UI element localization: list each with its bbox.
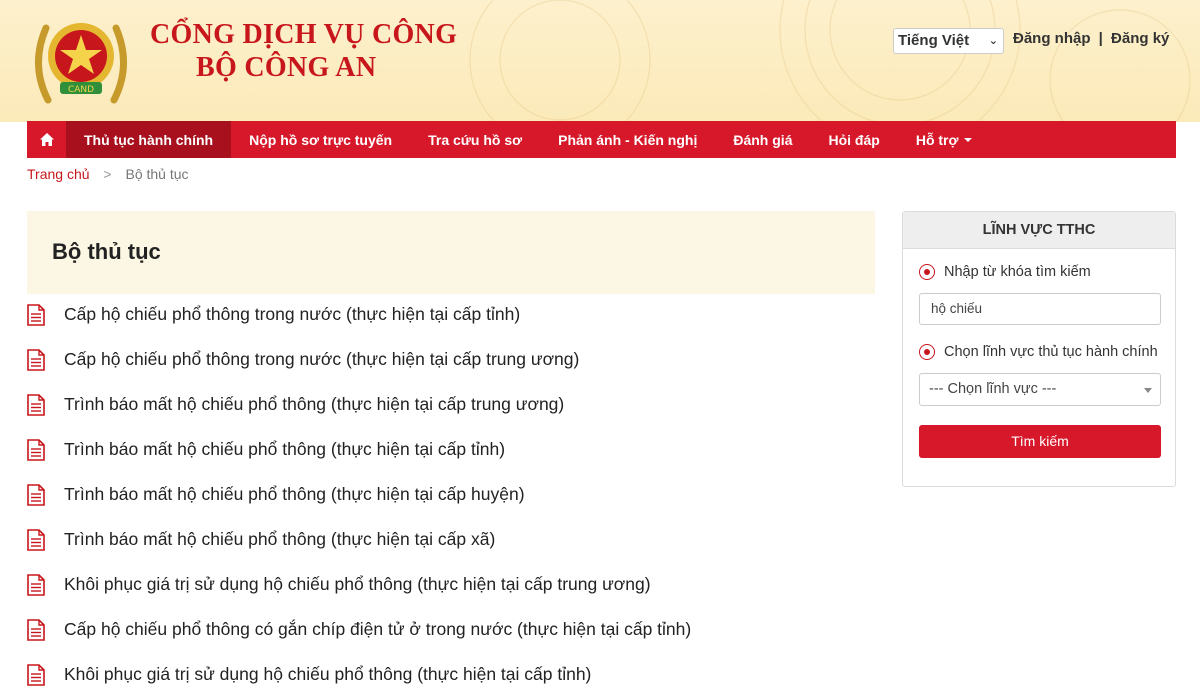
language-select[interactable]: Tiếng Việt ⌄ (893, 28, 1004, 54)
page-title-panel: Bộ thủ tục (27, 211, 875, 294)
document-icon (27, 393, 45, 416)
list-item[interactable]: Cấp hộ chiếu phổ thông trong nước (thực … (27, 292, 875, 337)
document-icon (27, 483, 45, 506)
field-filter-panel: LĨNH VỰC TTHC Nhập từ khóa tìm kiếm hộ c… (902, 211, 1176, 487)
filter-panel-heading: LĨNH VỰC TTHC (903, 212, 1175, 249)
procedure-link[interactable]: Khôi phục giá trị sử dụng hộ chiếu phổ t… (64, 664, 591, 685)
site-title-line2: BỘ CÔNG AN (196, 52, 377, 83)
document-icon (27, 618, 45, 641)
radio-field-row[interactable]: Chọn lĩnh vực thủ tục hành chính (919, 344, 1158, 360)
nav-label: Nộp hồ sơ trực tuyến (249, 131, 393, 148)
auth-divider: | (1098, 30, 1103, 47)
language-value: Tiếng Việt (898, 32, 970, 49)
caret-down-icon (964, 137, 973, 142)
list-item[interactable]: Cấp hộ chiếu phổ thông trong nước (thực … (27, 337, 875, 382)
list-item[interactable]: Khôi phục giá trị sử dụng hộ chiếu phổ t… (27, 562, 875, 607)
police-emblem-logo[interactable]: CAND (28, 10, 134, 110)
auth-links: Đăng nhập | Đăng ký (1013, 30, 1169, 47)
document-icon (27, 573, 45, 596)
site-title[interactable]: CỔNG DỊCH VỤ CÔNG BỘ CÔNG AN (150, 18, 457, 84)
list-item[interactable]: Khôi phục giá trị sử dụng hộ chiếu phổ t… (27, 652, 875, 697)
chevron-down-icon: ⌄ (988, 35, 998, 47)
nav-label: Hỏi đáp (828, 131, 880, 148)
home-icon (39, 133, 54, 146)
document-icon (27, 528, 45, 551)
site-header: CAND CỔNG DỊCH VỤ CÔNG BỘ CÔNG AN Tiếng … (0, 0, 1200, 122)
nav-label: Phản ánh - Kiến nghị (558, 131, 698, 148)
nav-item-danh-gia[interactable]: Đánh giá (715, 121, 810, 158)
nav-item-ho-tro[interactable]: Hỗ trợ (898, 121, 991, 158)
main-nav: Thủ tục hành chính Nộp hồ sơ trực tuyến … (27, 121, 1176, 158)
nav-item-nop-ho-so[interactable]: Nộp hồ sơ trực tuyến (231, 121, 410, 158)
nav-home[interactable] (27, 121, 66, 158)
list-item[interactable]: Trình báo mất hộ chiếu phổ thông (thực h… (27, 517, 875, 562)
procedure-link[interactable]: Cấp hộ chiếu phổ thông trong nước (thực … (64, 304, 520, 325)
svg-text:CAND: CAND (68, 85, 94, 95)
site-title-line1: CỔNG DỊCH VỤ CÔNG (150, 19, 458, 50)
nav-item-hoi-dap[interactable]: Hỏi đáp (810, 121, 897, 158)
procedure-link[interactable]: Cấp hộ chiếu phổ thông trong nước (thực … (64, 349, 579, 370)
breadcrumb-current: Bộ thủ tục (125, 166, 189, 182)
nav-label: Đánh giá (733, 131, 793, 148)
nav-label: Hỗ trợ (915, 131, 959, 148)
document-icon (27, 438, 45, 461)
procedure-list: Cấp hộ chiếu phổ thông trong nước (thực … (27, 292, 875, 697)
nav-item-tra-cuu[interactable]: Tra cứu hồ sơ (410, 121, 540, 158)
list-item[interactable]: Trình báo mất hộ chiếu phổ thông (thực h… (27, 382, 875, 427)
radio-keyword-row[interactable]: Nhập từ khóa tìm kiếm (919, 264, 1091, 280)
breadcrumb: Trang chủ > Bộ thủ tục (27, 166, 189, 182)
dropdown-arrow-icon (1144, 388, 1152, 393)
procedure-link[interactable]: Trình báo mất hộ chiếu phổ thông (thực h… (64, 394, 564, 415)
field-select[interactable]: --- Chọn lĩnh vực --- (919, 373, 1161, 406)
login-link[interactable]: Đăng nhập (1013, 30, 1091, 47)
nav-label: Thủ tục hành chính (84, 131, 214, 148)
radio-field-label: Chọn lĩnh vực thủ tục hành chính (944, 344, 1158, 360)
document-icon (27, 348, 45, 371)
radio-field[interactable] (919, 344, 935, 360)
procedure-link[interactable]: Khôi phục giá trị sử dụng hộ chiếu phổ t… (64, 574, 651, 595)
radio-keyword[interactable] (919, 264, 935, 280)
nav-item-phan-anh[interactable]: Phản ánh - Kiến nghị (540, 121, 715, 158)
nav-item-thu-tuc-hanh-chinh[interactable]: Thủ tục hành chính (66, 121, 232, 158)
procedure-link[interactable]: Trình báo mất hộ chiếu phổ thông (thực h… (64, 484, 525, 505)
register-link[interactable]: Đăng ký (1111, 30, 1169, 47)
keyword-input[interactable]: hộ chiếu (919, 293, 1161, 325)
document-icon (27, 303, 45, 326)
procedure-link[interactable]: Trình báo mất hộ chiếu phổ thông (thực h… (64, 529, 495, 550)
search-button[interactable]: Tìm kiếm (919, 425, 1161, 458)
list-item[interactable]: Cấp hộ chiếu phổ thông có gắn chíp điện … (27, 607, 875, 652)
list-item[interactable]: Trình báo mất hộ chiếu phổ thông (thực h… (27, 427, 875, 472)
page-title: Bộ thủ tục (52, 239, 161, 264)
breadcrumb-separator: > (103, 166, 112, 182)
nav-label: Tra cứu hồ sơ (428, 131, 523, 148)
procedure-link[interactable]: Cấp hộ chiếu phổ thông có gắn chíp điện … (64, 619, 691, 640)
field-select-value: --- Chọn lĩnh vực --- (929, 381, 1057, 397)
list-item[interactable]: Trình báo mất hộ chiếu phổ thông (thực h… (27, 472, 875, 517)
radio-keyword-label: Nhập từ khóa tìm kiếm (944, 264, 1091, 280)
breadcrumb-home-link[interactable]: Trang chủ (27, 166, 90, 182)
procedure-link[interactable]: Trình báo mất hộ chiếu phổ thông (thực h… (64, 439, 505, 460)
document-icon (27, 663, 45, 686)
